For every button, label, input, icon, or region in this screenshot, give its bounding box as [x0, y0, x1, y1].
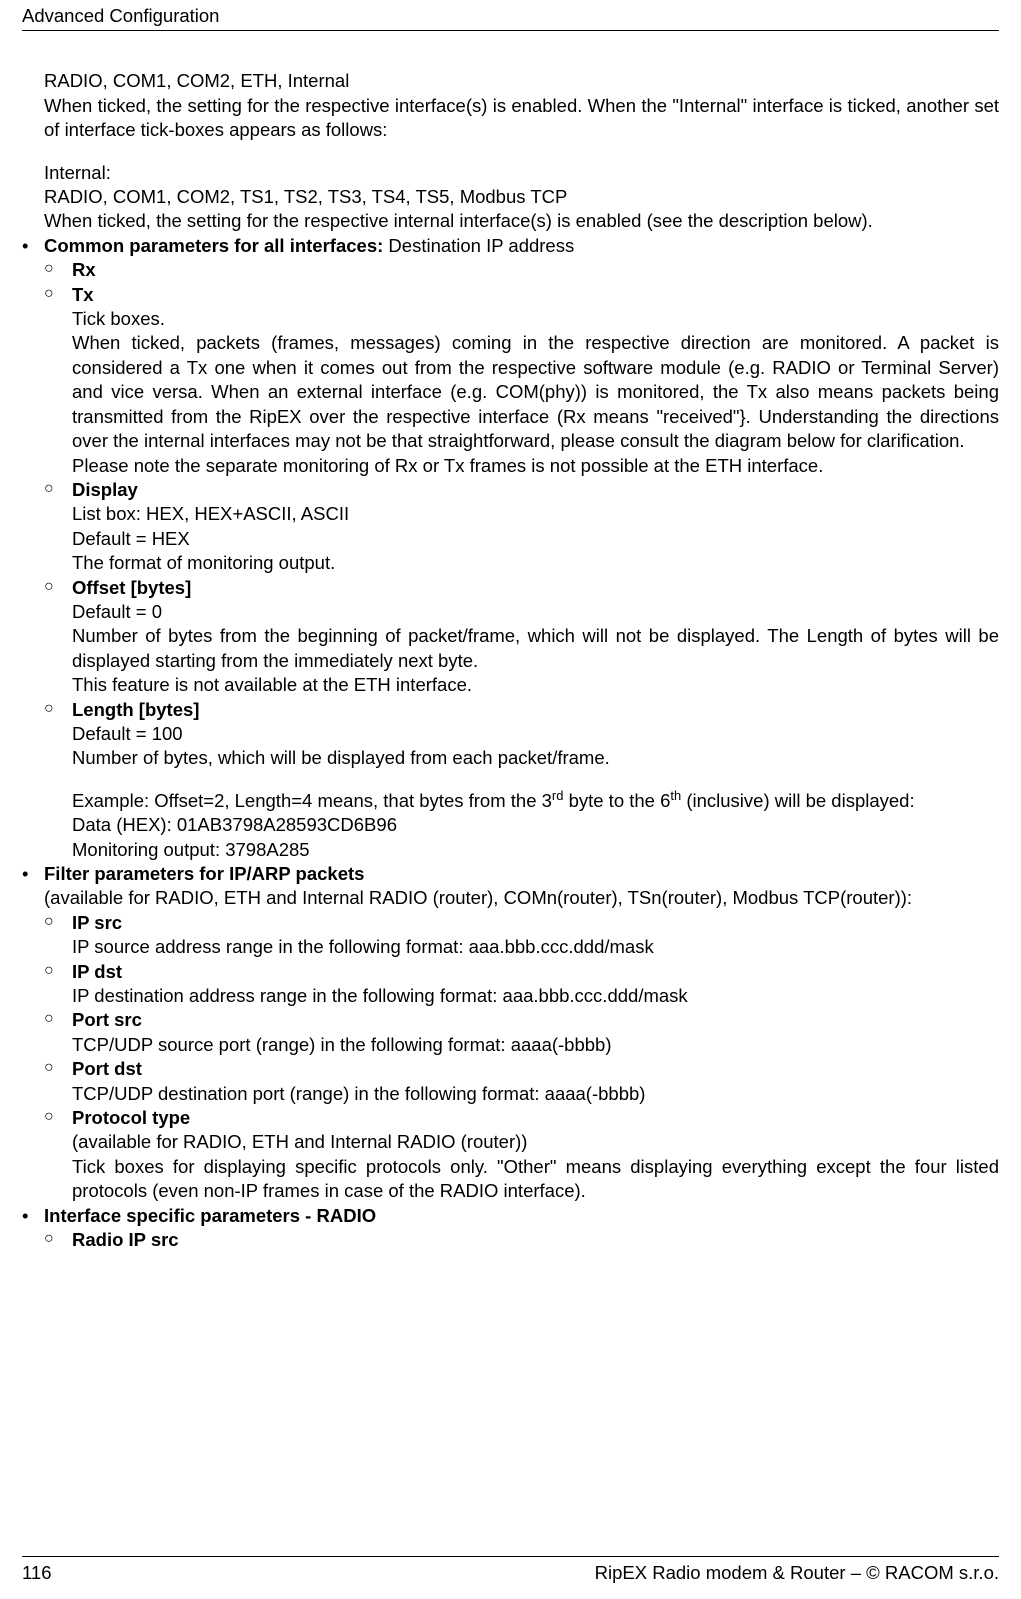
- body-text: List box: HEX, HEX+ASCII, ASCII: [72, 502, 999, 526]
- bullet-heading: Interface specific parameters - RADIO: [44, 1205, 376, 1226]
- sub-heading: Rx: [72, 259, 96, 280]
- intro-line: When ticked, the setting for the respect…: [44, 94, 999, 143]
- body-text: Default = 0: [72, 600, 999, 624]
- sub-radio-ip-src: Radio IP src: [44, 1228, 999, 1252]
- sub-length: Length [bytes] Default = 100 Number of b…: [44, 698, 999, 862]
- footer-text: RipEX Radio modem & Router – © RACOM s.r…: [595, 1561, 999, 1585]
- sub-port-dst: Port dst TCP/UDP destination port (range…: [44, 1057, 999, 1106]
- body-text: Default = HEX: [72, 527, 999, 551]
- sub-heading: Radio IP src: [72, 1229, 179, 1250]
- intro-line: Internal:: [44, 161, 999, 185]
- body-text: (available for RADIO, ETH and Internal R…: [44, 886, 999, 910]
- bullet-interface-specific-radio: Interface specific parameters - RADIO Ra…: [22, 1204, 999, 1253]
- sub-rx: Rx: [44, 258, 999, 282]
- body-text: Example: Offset=2, Length=4 means, that …: [72, 789, 999, 813]
- body-text: Default = 100: [72, 722, 999, 746]
- body-text: TCP/UDP destination port (range) in the …: [72, 1082, 999, 1106]
- page-number: 116: [22, 1561, 52, 1585]
- bullet-common-parameters: Common parameters for all interfaces: De…: [22, 234, 999, 862]
- sub-heading: Display: [72, 479, 138, 500]
- page-content: RADIO, COM1, COM2, ETH, Internal When ti…: [22, 31, 999, 1252]
- sub-heading: Tx: [72, 284, 94, 305]
- sub-display: Display List box: HEX, HEX+ASCII, ASCII …: [44, 478, 999, 576]
- sub-protocol-type: Protocol type (available for RADIO, ETH …: [44, 1106, 999, 1204]
- body-text: Number of bytes, which will be displayed…: [72, 746, 999, 770]
- sub-heading: IP dst: [72, 961, 122, 982]
- bullet-heading: Common parameters for all interfaces:: [44, 235, 383, 256]
- sub-heading: Length [bytes]: [72, 699, 199, 720]
- intro-line: RADIO, COM1, COM2, ETH, Internal: [44, 69, 999, 93]
- sub-heading: Port src: [72, 1009, 142, 1030]
- body-text: (available for RADIO, ETH and Internal R…: [72, 1130, 999, 1154]
- body-text: Data (HEX): 01AB3798A28593CD6B96: [72, 813, 999, 837]
- body-text: Tick boxes for displaying specific proto…: [72, 1155, 999, 1204]
- sub-ip-src: IP src IP source address range in the fo…: [44, 911, 999, 960]
- sub-heading: Port dst: [72, 1058, 142, 1079]
- intro-block: RADIO, COM1, COM2, ETH, Internal When ti…: [44, 69, 999, 233]
- superscript: th: [670, 788, 681, 803]
- sub-port-src: Port src TCP/UDP source port (range) in …: [44, 1008, 999, 1057]
- sub-tx: Tx Tick boxes. When ticked, packets (fra…: [44, 283, 999, 478]
- header-title: Advanced Configuration: [22, 5, 219, 26]
- bullet-heading-rest: Destination IP address: [383, 235, 574, 256]
- body-text: This feature is not available at the ETH…: [72, 673, 999, 697]
- body-text: Monitoring output: 3798A285: [72, 838, 999, 862]
- body-text: Tick boxes.: [72, 307, 999, 331]
- body-text: IP source address range in the following…: [72, 935, 999, 959]
- sub-ip-dst: IP dst IP destination address range in t…: [44, 960, 999, 1009]
- superscript: rd: [552, 788, 564, 803]
- page-footer: 116 RipEX Radio modem & Router – © RACOM…: [22, 1556, 999, 1585]
- intro-line: When ticked, the setting for the respect…: [44, 209, 999, 233]
- intro-line: RADIO, COM1, COM2, TS1, TS2, TS3, TS4, T…: [44, 185, 999, 209]
- bullet-filter-parameters: Filter parameters for IP/ARP packets (av…: [22, 862, 999, 1204]
- body-text: When ticked, packets (frames, messages) …: [72, 331, 999, 453]
- bullet-heading: Filter parameters for IP/ARP packets: [44, 863, 364, 884]
- sub-heading: IP src: [72, 912, 122, 933]
- body-text: The format of monitoring output.: [72, 551, 999, 575]
- sub-heading: Offset [bytes]: [72, 577, 191, 598]
- sub-heading: Protocol type: [72, 1107, 190, 1128]
- sub-offset: Offset [bytes] Default = 0 Number of byt…: [44, 576, 999, 698]
- page-header: Advanced Configuration: [22, 0, 999, 31]
- body-text: IP destination address range in the foll…: [72, 984, 999, 1008]
- body-text: Number of bytes from the beginning of pa…: [72, 624, 999, 673]
- body-text: Please note the separate monitoring of R…: [72, 454, 999, 478]
- body-text: TCP/UDP source port (range) in the follo…: [72, 1033, 999, 1057]
